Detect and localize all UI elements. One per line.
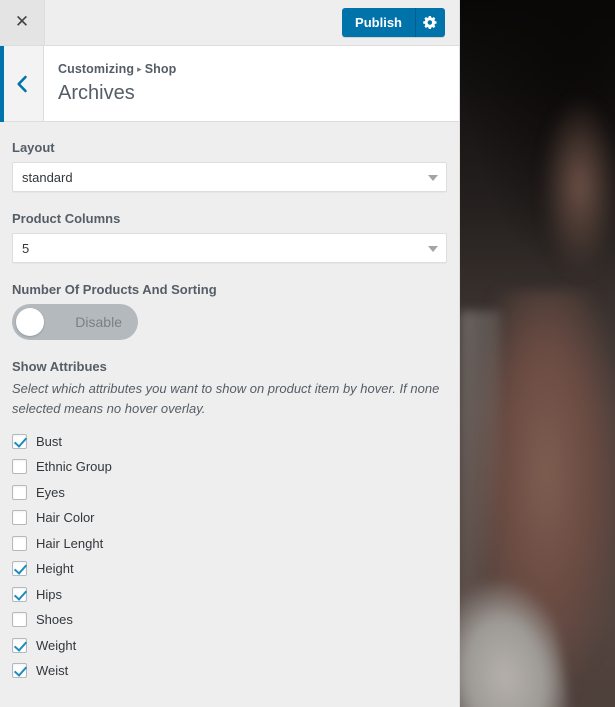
layout-label: Layout: [12, 140, 55, 155]
chevron-left-icon: [17, 75, 27, 92]
panel-back-button[interactable]: [0, 46, 44, 121]
product-columns-label: Product Columns: [12, 211, 121, 226]
preview-photo-highlight-upper: [534, 42, 615, 283]
breadcrumb-separator-icon: ▸: [137, 64, 142, 75]
list-item-label: Bust: [36, 433, 63, 449]
gear-icon: [423, 15, 437, 30]
layout-select-wrap: standard: [12, 162, 447, 192]
product-columns-select-wrap: 5: [12, 233, 447, 263]
list-item-label: Shoes: [36, 612, 73, 628]
checkbox-eyes[interactable]: [12, 484, 27, 500]
breadcrumb: Customizing ▸ Shop: [58, 62, 459, 76]
customizer-app: ✕ Publish Customizing ▸ Shop Archives La…: [0, 0, 615, 707]
list-item-label: Eyes: [36, 484, 65, 500]
close-customizer-button[interactable]: ✕: [0, 0, 45, 45]
panel-header: Customizing ▸ Shop Archives: [0, 46, 459, 122]
layout-select-value: standard: [22, 169, 73, 185]
checkbox-hair-color[interactable]: [12, 510, 27, 526]
list-item[interactable]: Height: [12, 556, 447, 582]
list-item[interactable]: Hair Lenght: [12, 530, 447, 556]
close-icon: ✕: [14, 12, 30, 32]
show-attributes-description: Select which attributes you want to show…: [12, 381, 440, 417]
number-sorting-label: Number Of Products And Sorting: [12, 282, 217, 297]
checkbox-hips[interactable]: [12, 586, 27, 602]
publish-button-group: Publish: [342, 8, 445, 37]
list-item-label: Weight: [36, 637, 77, 653]
list-item[interactable]: Weist: [12, 658, 447, 684]
layout-select[interactable]: standard: [12, 162, 447, 192]
checkbox-height[interactable]: [12, 561, 27, 577]
list-item[interactable]: Shoes: [12, 607, 447, 633]
list-item-label: Ethnic Group: [36, 459, 112, 475]
list-item[interactable]: Bust: [12, 428, 447, 454]
panel-accent-bar: [0, 46, 4, 122]
control-layout: Layout standard: [12, 140, 447, 192]
checkbox-ethnic-group[interactable]: [12, 459, 27, 475]
page-title: Archives: [58, 82, 135, 104]
list-item-label: Hair Color: [36, 510, 95, 526]
product-columns-select-value: 5: [22, 240, 30, 256]
checkbox-weight[interactable]: [12, 637, 27, 653]
breadcrumb-current[interactable]: Shop: [145, 62, 177, 76]
publish-settings-button[interactable]: [415, 8, 445, 37]
checkbox-shoes[interactable]: [12, 612, 27, 628]
site-preview-pane[interactable]: [460, 0, 615, 707]
list-item-label: Weist: [36, 663, 69, 679]
list-item-label: Height: [36, 561, 74, 577]
control-product-columns: Product Columns 5: [12, 211, 447, 263]
list-item[interactable]: Hips: [12, 581, 447, 607]
panel-header-text: Customizing ▸ Shop Archives: [44, 46, 459, 121]
publish-button[interactable]: Publish: [342, 8, 415, 37]
list-item[interactable]: Ethnic Group: [12, 454, 447, 480]
list-item[interactable]: Hair Color: [12, 505, 447, 531]
customizer-sidebar: ✕ Publish Customizing ▸ Shop Archives La…: [0, 0, 460, 707]
control-show-attributes: Show Attribues Select which attributes y…: [12, 359, 447, 683]
panel-body[interactable]: Layout standard Product Columns 5 Number…: [0, 122, 459, 707]
breadcrumb-root[interactable]: Customizing: [58, 62, 134, 76]
checkbox-hair-lenght[interactable]: [12, 535, 27, 551]
list-item-label: Hair Lenght: [36, 535, 104, 551]
list-item-label: Hips: [36, 586, 63, 602]
list-item[interactable]: Weight: [12, 632, 447, 658]
customizer-topbar: ✕ Publish: [0, 0, 459, 46]
list-item[interactable]: Eyes: [12, 479, 447, 505]
checkbox-bust[interactable]: [12, 433, 27, 449]
product-columns-select[interactable]: 5: [12, 233, 447, 263]
show-attributes-label: Show Attribues: [12, 359, 107, 374]
control-number-of-products-and-sorting: Number Of Products And Sorting Disable: [12, 282, 447, 340]
checkbox-weist[interactable]: [12, 663, 27, 679]
number-sorting-toggle[interactable]: Disable: [12, 304, 138, 340]
toggle-knob: [16, 308, 44, 336]
